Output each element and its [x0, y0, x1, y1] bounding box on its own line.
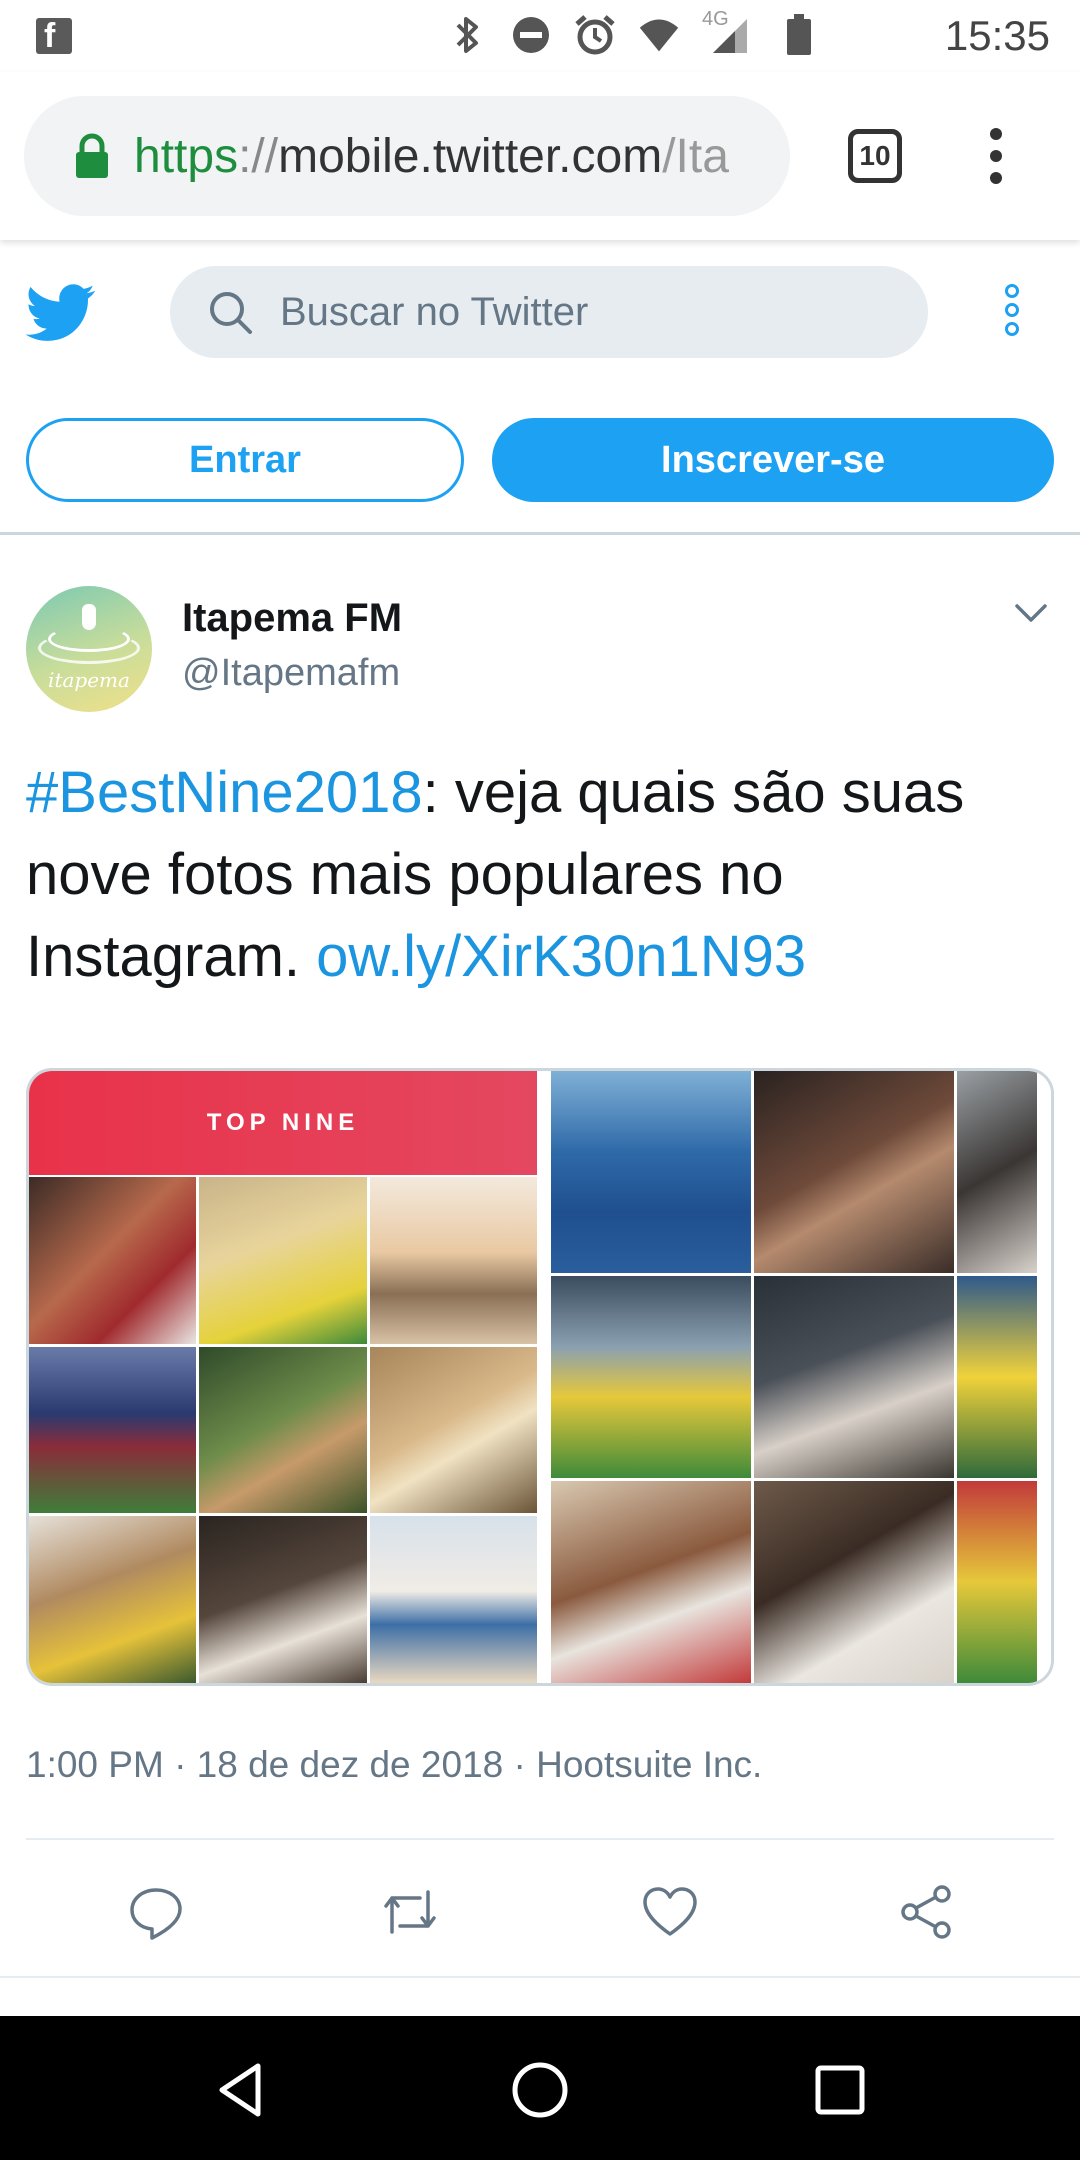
clock: 15:35 — [944, 12, 1050, 59]
tweet-media[interactable]: TOP NINE — [26, 1068, 1054, 1686]
header-divider — [0, 532, 1080, 535]
tweet-link[interactable]: ow.ly/XirK30n1N93 — [316, 924, 806, 989]
avatar-label: itapema — [48, 668, 130, 692]
status-icons: 4G — [446, 8, 820, 56]
author-name[interactable]: Itapema FM — [182, 596, 402, 641]
tab-switcher-button[interactable]: 10 — [848, 129, 902, 183]
bluetooth-icon — [446, 14, 488, 56]
hashtag-link[interactable]: #BestNine2018 — [26, 760, 423, 825]
back-icon[interactable] — [212, 2060, 272, 2120]
do-not-disturb-icon — [510, 14, 552, 56]
photo-grid-left — [29, 1177, 537, 1683]
top-nine-banner: TOP NINE — [29, 1071, 537, 1175]
recents-icon[interactable] — [810, 2060, 870, 2120]
browser-toolbar: https://mobile.twitter.com/Ita 10 — [0, 72, 1080, 240]
url-text[interactable]: https://mobile.twitter.com/Ita — [134, 129, 729, 184]
login-button[interactable]: Entrar — [26, 418, 464, 502]
media-image-left[interactable]: TOP NINE — [29, 1071, 537, 1683]
retweet-icon[interactable] — [378, 1882, 438, 1942]
android-nav-bar — [0, 2016, 1080, 2160]
photo-tile — [754, 1481, 954, 1683]
photo-tile — [29, 1346, 197, 1514]
share-icon[interactable] — [896, 1882, 956, 1942]
photo-tile — [957, 1481, 1037, 1683]
reply-icon[interactable] — [126, 1882, 186, 1942]
tweet-text: #BestNine2018: veja quais são suas nove … — [26, 752, 1056, 998]
top-nine-label: TOP NINE — [206, 1109, 360, 1136]
url-scheme: https — [134, 129, 239, 183]
photo-tile — [551, 1071, 751, 1273]
photo-tile — [199, 1346, 367, 1514]
lock-icon[interactable] — [72, 133, 112, 179]
photo-tile — [369, 1177, 537, 1344]
signal-icon: 4G — [702, 8, 756, 56]
photo-tile — [551, 1276, 751, 1478]
signup-button[interactable]: Inscrever-se — [492, 418, 1054, 502]
photo-tile — [369, 1346, 537, 1514]
url-bar[interactable]: https://mobile.twitter.com/Ita — [24, 96, 790, 216]
url-separator: :// — [238, 129, 279, 183]
twitter-search-bar[interactable] — [170, 266, 928, 358]
network-type: 4G — [702, 8, 729, 30]
author-handle[interactable]: @Itapemafm — [182, 652, 400, 695]
status-bar: f 4G 15:35 — [0, 0, 1080, 72]
facebook-icon: f — [36, 17, 72, 55]
photo-tile — [754, 1276, 954, 1478]
twitter-logo-icon[interactable] — [25, 284, 96, 342]
photo-tile — [199, 1516, 367, 1683]
photo-tile — [957, 1071, 1037, 1273]
tweet-meta: 1:00 PM · 18 de dez de 2018 · Hootsuite … — [26, 1744, 763, 1785]
browser-menu-icon[interactable] — [976, 122, 1016, 192]
photo-tile — [29, 1177, 197, 1344]
home-icon[interactable] — [510, 2060, 570, 2120]
photo-tile — [754, 1071, 954, 1273]
url-host: mobile.twitter.com — [278, 129, 663, 183]
wifi-icon — [638, 14, 680, 56]
photo-tile — [199, 1177, 367, 1344]
search-input[interactable] — [278, 288, 838, 336]
like-icon[interactable] — [640, 1882, 700, 1942]
photo-tile — [29, 1516, 197, 1683]
search-icon — [206, 288, 254, 336]
url-path: /Ita — [662, 129, 729, 183]
photo-tile — [551, 1481, 751, 1683]
media-image-right[interactable] — [551, 1071, 1051, 1683]
photo-tile — [369, 1516, 537, 1683]
battery-icon — [778, 14, 820, 56]
alarm-icon — [574, 14, 616, 56]
photo-tile — [957, 1276, 1037, 1478]
more-options-icon[interactable] — [1000, 284, 1024, 344]
content-divider — [0, 1976, 1080, 1978]
avatar[interactable]: itapema — [26, 586, 152, 712]
chevron-down-icon[interactable] — [1014, 602, 1048, 626]
tweet-divider — [26, 1838, 1054, 1840]
